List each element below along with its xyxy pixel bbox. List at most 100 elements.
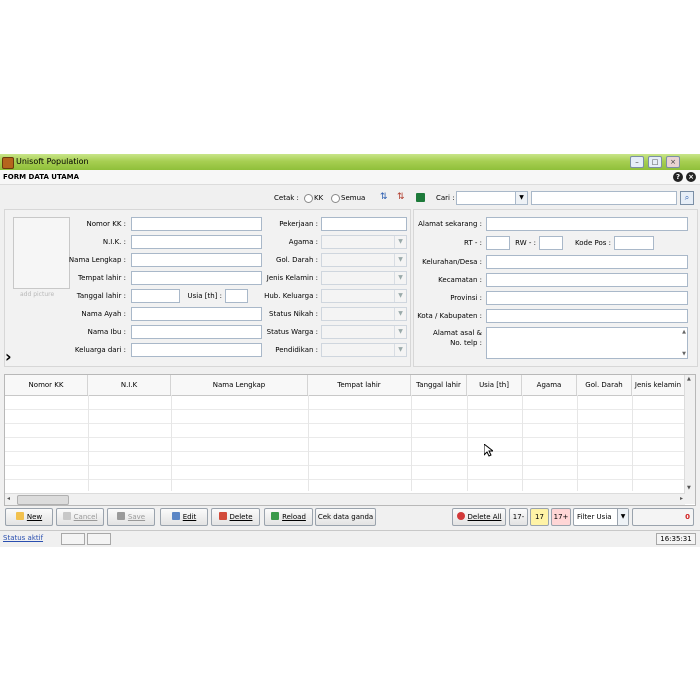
- kode-pos-label: Kode Pos :: [575, 239, 611, 247]
- filter-17-button[interactable]: 17: [530, 508, 549, 526]
- cari-select[interactable]: ▼: [456, 191, 528, 205]
- scroll-right-icon[interactable]: ▸: [680, 495, 683, 502]
- new-label: New: [26, 513, 43, 521]
- maximize-button[interactable]: □: [648, 156, 662, 168]
- tanggal-lahir-field[interactable]: [131, 289, 180, 303]
- scroll-up-icon[interactable]: ▲: [687, 376, 691, 382]
- cek-data-ganda-button[interactable]: Cek data ganda: [315, 508, 376, 526]
- cancel-button[interactable]: Cancel: [56, 508, 104, 526]
- delete-all-button[interactable]: Delete All: [452, 508, 506, 526]
- agama-select[interactable]: ▼: [321, 235, 407, 249]
- nama-ibu-field[interactable]: [131, 325, 262, 339]
- chevron-down-icon: ▼: [394, 254, 406, 266]
- search-input[interactable]: [531, 191, 677, 205]
- kota-label: Kota / Kabupaten :: [417, 312, 482, 320]
- kelurahan-field[interactable]: [486, 255, 688, 269]
- col-nomor-kk[interactable]: Nomor KK: [5, 375, 88, 395]
- status-warga-select[interactable]: ▼: [321, 325, 407, 339]
- nama-lengkap-label: Nama Lengkap :: [68, 256, 126, 264]
- rw-field[interactable]: [539, 236, 563, 250]
- pekerjaan-field[interactable]: [321, 217, 407, 231]
- edit-icon: [171, 512, 180, 520]
- col-tanggal-lahir[interactable]: Tanggal lahir: [411, 375, 467, 395]
- row-divider: [5, 479, 685, 480]
- col-gol-darah[interactable]: Gol. Darah: [577, 375, 632, 395]
- radio-semua[interactable]: [331, 194, 340, 203]
- alamat-asal-label-2: No. telp :: [450, 339, 482, 347]
- vertical-scrollbar[interactable]: ▲ ▼: [684, 375, 695, 504]
- help-icon[interactable]: ?: [673, 172, 683, 182]
- row-divider: [5, 409, 685, 410]
- reload-button[interactable]: Reload: [264, 508, 313, 526]
- hub-keluarga-select[interactable]: ▼: [321, 289, 407, 303]
- status-text[interactable]: Status aktif: [3, 534, 43, 542]
- scroll-down-icon[interactable]: ▼: [682, 351, 686, 357]
- gol-darah-select[interactable]: ▼: [321, 253, 407, 267]
- edit-button[interactable]: Edit: [160, 508, 208, 526]
- app-window: Unisoft Population – □ × FORM DATA UTAMA…: [0, 154, 700, 547]
- status-nikah-label: Status Nikah :: [269, 310, 318, 318]
- filter-under-17-button[interactable]: 17-: [509, 508, 528, 526]
- cancel-label: Cancel: [73, 513, 98, 521]
- usia-field[interactable]: [225, 289, 248, 303]
- table-header: Nomor KK N.I.K Nama Lengkap Tempat lahir…: [5, 375, 695, 396]
- scroll-down-icon[interactable]: ▼: [687, 485, 691, 491]
- status-panel: [61, 533, 85, 545]
- chevron-right-icon[interactable]: ›: [5, 349, 12, 365]
- keluarga-dari-field[interactable]: [131, 343, 262, 357]
- minimize-button[interactable]: –: [630, 156, 644, 168]
- tempat-lahir-field[interactable]: [131, 271, 262, 285]
- filter-usia-select[interactable]: Filter Usia ▼: [573, 508, 629, 526]
- app-icon: [2, 157, 14, 169]
- row-divider: [5, 451, 685, 452]
- new-icon: [15, 512, 24, 520]
- save-button[interactable]: Save: [107, 508, 155, 526]
- sort-asc-icon[interactable]: ⇅: [380, 192, 388, 202]
- nama-ayah-field[interactable]: [131, 307, 262, 321]
- nik-field[interactable]: [131, 235, 262, 249]
- pendidikan-select[interactable]: ▼: [321, 343, 407, 357]
- horizontal-scrollbar[interactable]: ◂ ▸: [5, 493, 685, 505]
- alamat-field[interactable]: [486, 217, 688, 231]
- close-form-icon[interactable]: ×: [686, 172, 696, 182]
- alamat-label: Alamat sekarang :: [418, 220, 482, 228]
- alamat-asal-textarea[interactable]: ▲ ▼: [486, 327, 688, 359]
- radio-semua-label: Semua: [341, 194, 366, 202]
- alamat-asal-label-1: Alamat asal &: [433, 329, 482, 337]
- scroll-left-icon[interactable]: ◂: [7, 495, 10, 502]
- sort-desc-icon[interactable]: ⇅: [397, 192, 405, 202]
- status-nikah-select[interactable]: ▼: [321, 307, 407, 321]
- rt-field[interactable]: [486, 236, 510, 250]
- col-nama-lengkap[interactable]: Nama Lengkap: [171, 375, 308, 395]
- jenis-kelamin-select[interactable]: ▼: [321, 271, 407, 285]
- excel-export-icon[interactable]: [416, 193, 425, 202]
- close-button[interactable]: ×: [666, 156, 680, 168]
- col-tempat-lahir[interactable]: Tempat lahir: [308, 375, 411, 395]
- scroll-thumb[interactable]: [17, 495, 69, 505]
- title-bar: Unisoft Population – □ ×: [0, 154, 700, 170]
- status-bar: Status aktif 16:35:31: [0, 530, 700, 547]
- nomor-kk-label: Nomor KK :: [86, 220, 127, 228]
- col-usia[interactable]: Usia [th]: [467, 375, 522, 395]
- nama-lengkap-field[interactable]: [131, 253, 262, 267]
- delete-button[interactable]: Delete: [211, 508, 260, 526]
- hub-keluarga-label: Hub. Keluarga :: [264, 292, 318, 300]
- scroll-up-icon[interactable]: ▲: [682, 329, 686, 335]
- keluarga-dari-label: Keluarga dari :: [74, 346, 126, 354]
- kota-field[interactable]: [486, 309, 688, 323]
- col-agama[interactable]: Agama: [522, 375, 577, 395]
- kode-pos-field[interactable]: [614, 236, 654, 250]
- status-warga-label: Status Warga :: [266, 328, 318, 336]
- nomor-kk-field[interactable]: [131, 217, 262, 231]
- filter-over-17-button[interactable]: 17+: [551, 508, 571, 526]
- new-button[interactable]: New: [5, 508, 53, 526]
- agama-label: Agama :: [288, 238, 318, 246]
- col-nik[interactable]: N.I.K: [88, 375, 171, 395]
- kecamatan-field[interactable]: [486, 273, 688, 287]
- provinsi-field[interactable]: [486, 291, 688, 305]
- search-icon[interactable]: ⌕: [680, 191, 694, 205]
- radio-kk[interactable]: [304, 194, 313, 203]
- col-jenis-kelamin[interactable]: Jenis kelamin: [632, 375, 685, 395]
- save-label: Save: [127, 513, 146, 521]
- clock: 16:35:31: [656, 533, 696, 545]
